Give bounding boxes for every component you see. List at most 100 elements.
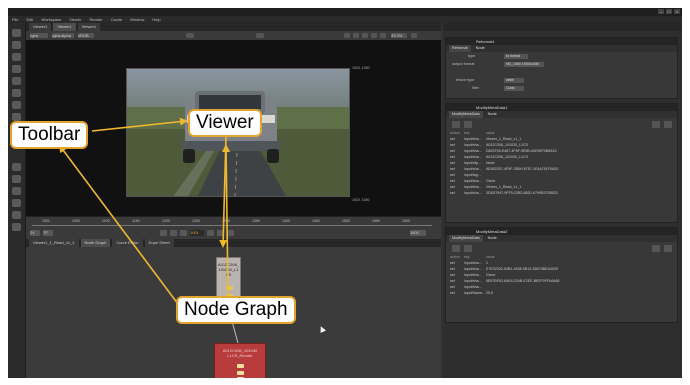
channels-dropdown[interactable]: rgba [30, 33, 48, 38]
menu-window[interactable]: Window [130, 16, 144, 23]
b-input-dropdown[interactable] [256, 33, 264, 38]
pause-icon[interactable] [380, 33, 386, 38]
tick-label: 1250 [192, 219, 200, 223]
move-up-icon[interactable] [652, 121, 660, 128]
param-row: filter Cubic [446, 84, 677, 92]
tab-reformat[interactable]: Reformat [449, 45, 471, 52]
move-down-icon[interactable] [664, 245, 672, 252]
panel-title: ModifyMetaData1 [446, 104, 677, 111]
first-frame-icon[interactable] [160, 230, 167, 236]
lut-icon[interactable] [362, 33, 368, 38]
last-frame-icon[interactable] [227, 230, 234, 236]
step-back-icon[interactable] [170, 230, 177, 236]
node-knob[interactable] [237, 371, 244, 375]
color-tool-icon[interactable] [12, 77, 21, 85]
remove-row-icon[interactable] [464, 121, 472, 128]
tab-viewer-b[interactable]: Viewer1 [53, 23, 76, 31]
menu-render[interactable]: Render [89, 16, 102, 23]
tab-modify-metadata[interactable]: ModifyMetaData [449, 235, 483, 242]
toolbar [8, 23, 26, 378]
image-tool-icon[interactable] [12, 29, 21, 37]
viewer-controls: rgba rgba.alpha sRGB 33.3% [26, 31, 441, 40]
mode-dropdown[interactable]: TF [43, 230, 53, 236]
minimize-button[interactable]: – [658, 9, 664, 14]
properties-tab-bar: Properties [443, 23, 682, 39]
frame-field[interactable]: 1001 [190, 230, 204, 236]
3d-tool-icon[interactable] [12, 163, 21, 171]
tab-curve-editor[interactable]: Curve Editor [112, 239, 143, 247]
time-tool-icon[interactable] [12, 53, 21, 61]
fps-field[interactable]: 24 [30, 230, 40, 236]
tab-node[interactable]: Node [485, 111, 500, 118]
tick-label: 1450 [312, 219, 320, 223]
tab-node-graph[interactable]: Node Graph [80, 239, 111, 247]
panel-title: ModifyMetaData2 [446, 228, 677, 235]
timeline[interactable]: 1001 1050 1100 1150 1200 1250 1300 1350 … [26, 216, 441, 239]
merge-tool-icon[interactable] [12, 113, 21, 121]
menu-cache[interactable]: Cache [111, 16, 123, 23]
param-value[interactable]: HD_1080 1920x1080 [504, 62, 544, 67]
param-row: type to format [446, 52, 677, 60]
close-button[interactable]: × [674, 9, 680, 14]
tick-label: 1200 [162, 219, 170, 223]
timeline-ruler[interactable]: 1001 1050 1100 1150 1200 1250 1300 1350 … [32, 219, 432, 226]
roi-icon[interactable] [344, 33, 350, 38]
keyer-tool-icon[interactable] [12, 101, 21, 109]
menu-edit[interactable]: Edit [26, 16, 33, 23]
callout-viewer: Viewer [188, 109, 262, 137]
play-back-icon[interactable] [180, 230, 187, 236]
clipping-icon[interactable] [353, 33, 359, 38]
views-tool-icon[interactable] [12, 175, 21, 183]
play-icon[interactable] [207, 230, 214, 236]
add-row-icon[interactable] [452, 121, 460, 128]
menu-file[interactable]: File [12, 16, 18, 23]
param-row: resize type width [446, 76, 677, 84]
draw-tool-icon[interactable] [12, 41, 21, 49]
table-row[interactable]: set input/sha... 3DD57997-9FF5-22B2-8820-A… [450, 190, 673, 196]
param-value[interactable]: width [504, 78, 524, 83]
add-row-icon[interactable] [452, 245, 460, 252]
param-value[interactable]: Cubic [504, 86, 524, 91]
tick-label: 1001 [42, 219, 50, 223]
panel-tabs: ModifyMetaData Node [446, 235, 677, 242]
tab-viewer-c[interactable]: Viewer1 [77, 23, 101, 31]
colorspace-dropdown[interactable]: sRGB [78, 33, 94, 38]
menu-viewer[interactable]: Viewer [69, 16, 81, 23]
playback-controls: 24 TF 1001 1600 [30, 229, 434, 237]
param-value[interactable]: to format [504, 54, 528, 59]
title-bar: A012C006_101030_L1CS_comp_v01.nk - NukeS… [8, 8, 682, 22]
filter-tool-icon[interactable] [12, 89, 21, 97]
tab-viewer-read[interactable]: Viewer1_1_Read_v1_1 [29, 239, 79, 247]
zoom-dropdown[interactable]: 33.3% [391, 33, 407, 38]
channel-tool-icon[interactable] [12, 65, 21, 73]
move-up-icon[interactable] [652, 245, 660, 252]
tick-label: 1400 [282, 219, 290, 223]
remove-row-icon[interactable] [464, 245, 472, 252]
furnace-tool-icon[interactable] [12, 223, 21, 231]
write-node[interactable]: A012C006_101030 L1CS_Render [214, 343, 266, 378]
move-down-icon[interactable] [664, 121, 672, 128]
tab-node[interactable]: Node [485, 235, 500, 242]
menu-help[interactable]: Help [152, 16, 160, 23]
end-frame-field[interactable]: 1600 [410, 230, 426, 236]
tab-modify-metadata[interactable]: ModifyMetaData [449, 111, 483, 118]
alpha-dropdown[interactable]: rgba.alpha [52, 33, 74, 38]
tab-node[interactable]: Node [473, 45, 488, 52]
other-tool-icon[interactable] [12, 211, 21, 219]
tick-label: 1500 [342, 219, 350, 223]
refresh-icon[interactable] [371, 33, 377, 38]
a-input-dropdown[interactable] [186, 33, 194, 38]
menu-workspace[interactable]: Workspace [41, 16, 61, 23]
metadata-tool-icon[interactable] [12, 187, 21, 195]
table-row[interactable]: set input/frame... 25.0 [450, 290, 673, 296]
settings-icon[interactable] [411, 33, 417, 38]
tab-dope-sheet[interactable]: Dope Sheet [144, 239, 174, 247]
node-knob[interactable] [237, 364, 244, 368]
toolsets-tool-icon[interactable] [12, 199, 21, 207]
maximize-button[interactable]: □ [666, 9, 672, 14]
reformat-panel: Reformat1 Reformat Node type to format o… [445, 37, 678, 99]
node-knob[interactable] [237, 377, 244, 378]
step-forward-icon[interactable] [217, 230, 224, 236]
tab-viewer-a[interactable]: Viewer1 [29, 23, 52, 31]
viewer-tab-bar: Viewer1 Viewer1 Viewer1 [26, 23, 441, 31]
